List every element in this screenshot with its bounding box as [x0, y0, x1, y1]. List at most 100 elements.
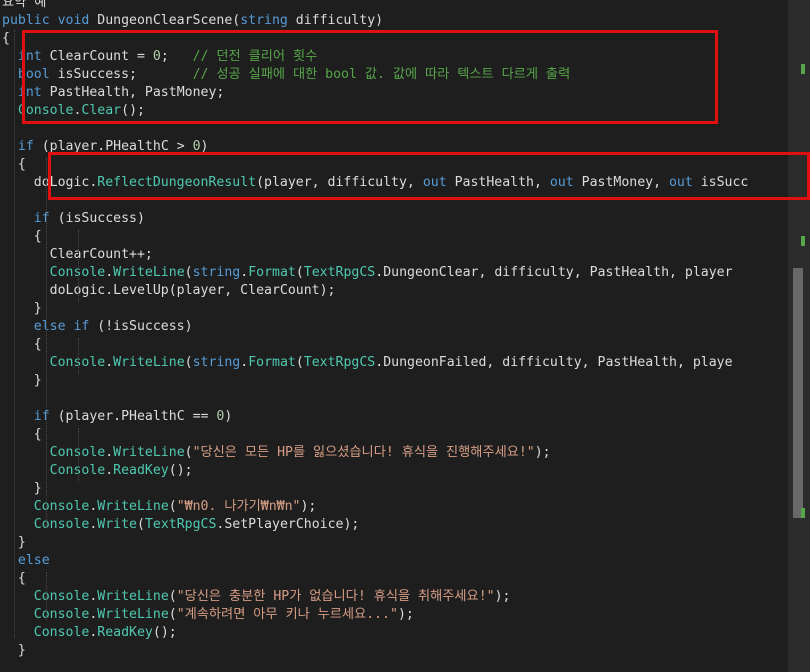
code-token: Console: [33, 589, 90, 604]
code-line: Console.WriteLine("당신은 모든 HP를 잃으셨습니다! 휴식…: [2, 444, 551, 462]
code-line: {: [2, 336, 42, 354]
code-token: 요약 예: [2, 0, 47, 10]
code-line: Console.Write(TextRpgCS.SetPlayerChoice)…: [2, 516, 360, 534]
code-token: (isSuccess): [49, 211, 145, 226]
code-token: difficulty): [287, 13, 384, 28]
code-token: ();: [152, 625, 177, 640]
change-marker: [801, 64, 805, 74]
code-token: else if: [33, 319, 90, 334]
code-token: TextRpgCS: [303, 355, 376, 370]
code-line: {: [2, 30, 10, 48]
highlight-box-declarations: [22, 30, 718, 124]
code-line: Console.WriteLine(string.Format(TextRpgC…: [2, 264, 733, 282]
code-line: if (isSuccess): [2, 210, 145, 228]
code-token: (: [137, 517, 145, 532]
code-token: else: [17, 553, 50, 568]
highlight-box-logic-call: [48, 152, 810, 200]
code-token: if: [33, 211, 50, 226]
code-line: Console.WriteLine("당신은 충분한 HP가 없습니다! 휴식을…: [2, 588, 511, 606]
code-token: Console: [33, 517, 90, 532]
code-token: {: [2, 427, 42, 442]
code-token: WriteLine: [113, 445, 185, 460]
code-token: (: [168, 607, 177, 622]
indent-guide: [78, 230, 79, 302]
code-line: {: [2, 228, 42, 246]
code-token: }: [2, 643, 26, 658]
code-token: {: [2, 229, 42, 244]
code-token: string: [240, 13, 288, 28]
code-token: public void: [2, 13, 98, 28]
vertical-scrollbar[interactable]: [788, 0, 810, 672]
code-line: Console.WriteLine(string.Format(TextRpgC…: [2, 354, 733, 372]
code-token: WriteLine: [113, 265, 185, 280]
code-token: }: [2, 481, 42, 496]
code-token: "당신은 충분한 HP가 없습니다! 휴식을 취해주세요!": [176, 589, 495, 604]
indent-guide: [46, 572, 47, 620]
code-token: (: [168, 589, 177, 604]
code-token: ();: [168, 463, 193, 478]
code-token: Console: [33, 499, 90, 514]
scrollbar-thumb[interactable]: [793, 268, 803, 518]
code-token: .: [105, 463, 114, 478]
change-marker: [801, 508, 805, 518]
code-token: TextRpgCS: [144, 517, 217, 532]
code-token: .: [105, 445, 114, 460]
code-token: );: [534, 445, 551, 460]
code-line: Console.WriteLine("₩n0. 나가기₩n₩n");: [2, 498, 317, 516]
indent-guide: [46, 158, 47, 528]
code-token: string: [192, 265, 241, 280]
code-token: (player.PHealthC ==: [49, 409, 217, 424]
code-token: Console: [33, 625, 90, 640]
code-token: (: [168, 499, 177, 514]
code-token: {: [2, 31, 10, 46]
indent-guide: [78, 428, 79, 482]
code-token: Format: [248, 265, 296, 280]
code-token: WriteLine: [97, 607, 169, 622]
code-token: ReadKey: [113, 463, 169, 478]
code-token: (: [295, 355, 304, 370]
code-line: {: [2, 426, 42, 444]
code-token: WriteLine: [97, 499, 169, 514]
code-line: doLogic.LevelUp(player, ClearCount);: [2, 282, 336, 300]
code-token: (: [295, 265, 304, 280]
code-token: );: [494, 589, 511, 604]
code-line: }: [2, 642, 26, 660]
code-line: public void DungeonClearScene(string dif…: [2, 12, 383, 30]
code-token: );: [397, 607, 414, 622]
code-token: (!isSuccess): [89, 319, 193, 334]
code-token: WriteLine: [113, 355, 185, 370]
code-token: .: [105, 265, 114, 280]
code-token: .SetPlayerChoice);: [216, 517, 360, 532]
code-token: );: [300, 499, 317, 514]
code-token: Write: [97, 517, 137, 532]
code-token: (: [184, 355, 193, 370]
indent-guide: [14, 30, 15, 638]
code-line: else if (!isSuccess): [2, 318, 193, 336]
code-token: Format: [248, 355, 296, 370]
code-token: }: [2, 373, 42, 388]
code-token: .DungeonFailed, difficulty, PastHealth, …: [375, 355, 733, 370]
code-token: ReadKey: [97, 625, 153, 640]
code-line: }: [2, 300, 42, 318]
indent-guide: [78, 338, 79, 374]
code-token: if: [17, 139, 34, 154]
code-line: }: [2, 372, 42, 390]
code-token: .: [240, 355, 249, 370]
code-line: }: [2, 480, 42, 498]
